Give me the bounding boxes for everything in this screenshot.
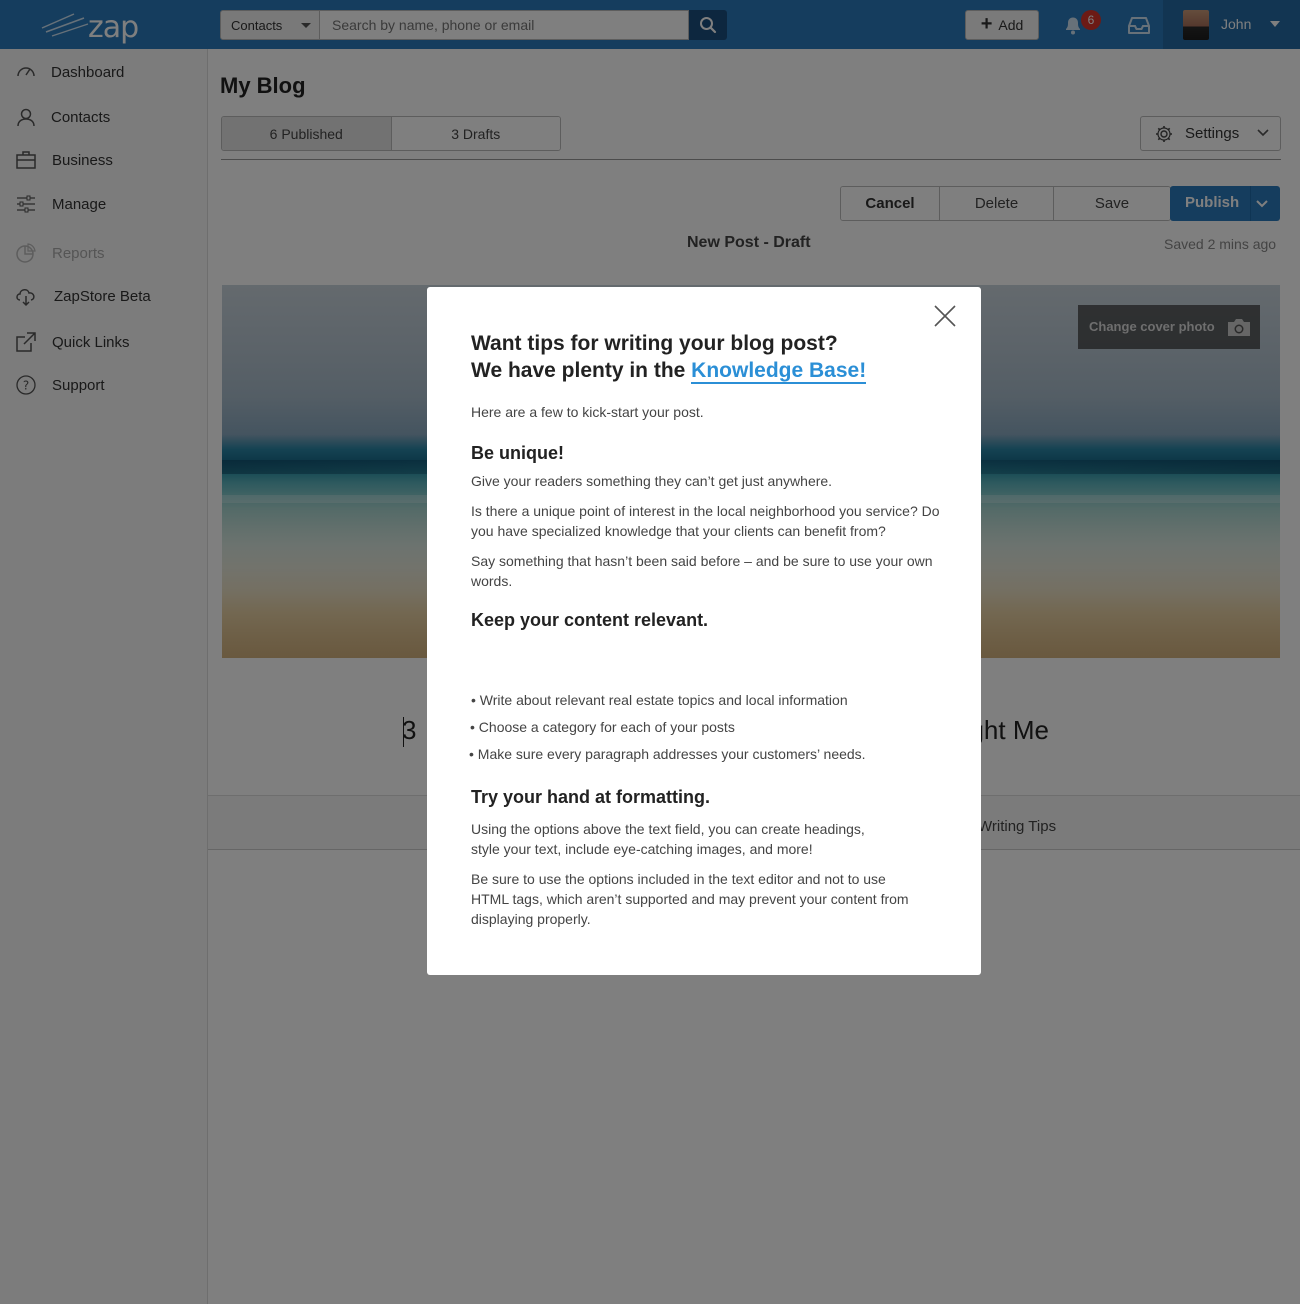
section-title: Try your hand at formatting. bbox=[471, 787, 711, 807]
section-title: Be unique! bbox=[471, 443, 564, 463]
list-item: • Choose a category for each of your pos… bbox=[470, 719, 735, 735]
modal-heading-line2: We have plenty in the Knowledge Base! bbox=[471, 357, 951, 384]
modal-heading-prefix: We have plenty in the bbox=[471, 359, 692, 382]
section-paragraph: Is there a unique point of interest in t… bbox=[471, 503, 940, 539]
knowledge-base-link[interactable]: Knowledge Base! bbox=[691, 359, 867, 384]
modal-heading: Want tips for writing your blog post? We… bbox=[471, 330, 951, 384]
close-icon[interactable] bbox=[933, 304, 957, 328]
modal-intro: Here are a few to kick-start your post. bbox=[471, 404, 704, 420]
writing-tips-modal: Want tips for writing your blog post? We… bbox=[427, 287, 981, 975]
list-item: • Write about relevant real estate topic… bbox=[471, 692, 848, 708]
section-paragraph: Using the options above the text field, … bbox=[471, 821, 865, 857]
section-title: Keep your content relevant. bbox=[471, 610, 709, 630]
section-paragraph: Be sure to use the options included in t… bbox=[471, 871, 909, 927]
section-paragraph: Say something that hasn’t been said befo… bbox=[471, 553, 933, 589]
section-paragraph: Give your readers something they can’t g… bbox=[471, 473, 833, 489]
modal-heading-line1: Want tips for writing your blog post? bbox=[471, 332, 838, 355]
list-item: • Make sure every paragraph addresses yo… bbox=[469, 746, 866, 762]
